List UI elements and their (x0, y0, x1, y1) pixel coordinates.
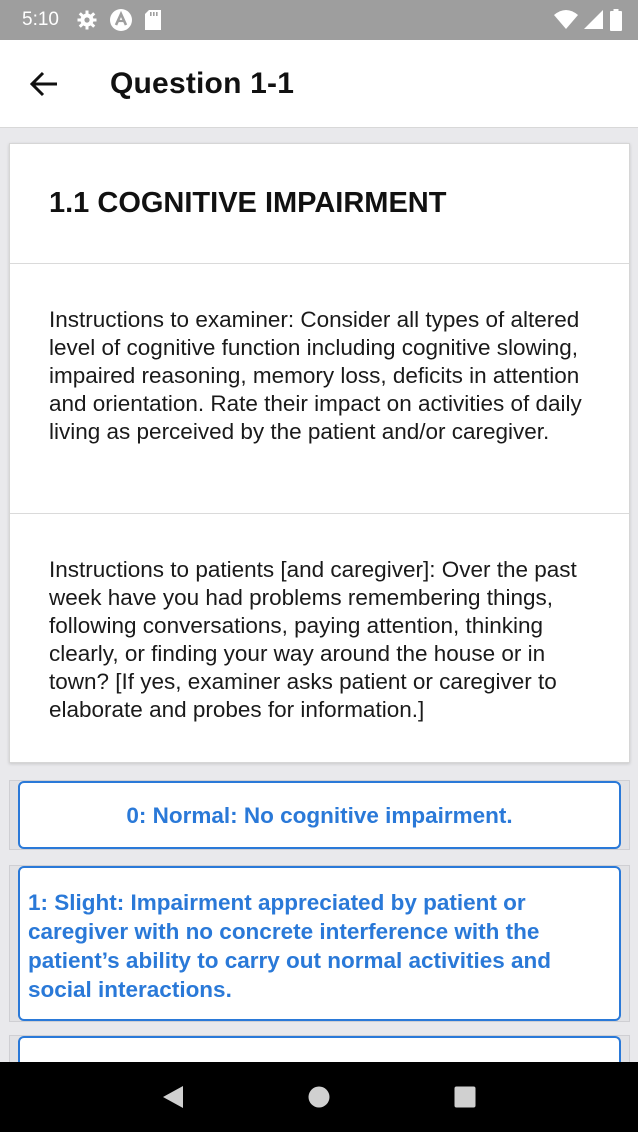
arrow-left-icon (30, 71, 58, 97)
answer-option-1-button[interactable]: 1: Slight: Impairment appreciated by pat… (18, 866, 621, 1021)
answer-option-2-button[interactable] (18, 1036, 621, 1062)
wifi-icon (554, 10, 578, 30)
system-nav-bar (0, 1062, 638, 1132)
question-card: 1.1 COGNITIVE IMPAIRMENT Instructions to… (9, 143, 630, 763)
status-icons-left (77, 8, 161, 32)
nav-back-button[interactable] (143, 1067, 203, 1127)
status-icons-right (554, 9, 622, 31)
recents-square-icon (454, 1086, 476, 1108)
question-title-section: 1.1 COGNITIVE IMPAIRMENT (10, 144, 629, 264)
a-icon (109, 8, 133, 32)
signal-icon (584, 10, 604, 30)
status-bar: 5:10 (0, 0, 638, 40)
question-title: 1.1 COGNITIVE IMPAIRMENT (49, 187, 447, 219)
answer-option-0-button[interactable]: 0: Normal: No cognitive impairment. (18, 781, 621, 849)
question-content[interactable]: 1.1 COGNITIVE IMPAIRMENT Instructions to… (0, 128, 638, 1062)
nav-home-button[interactable] (289, 1067, 349, 1127)
app-bar: Question 1-1 (0, 40, 638, 128)
sd-card-icon (144, 10, 161, 30)
back-triangle-icon (162, 1085, 184, 1109)
page-title: Question 1-1 (110, 66, 295, 100)
home-circle-icon (308, 1086, 330, 1108)
nav-recents-button[interactable] (435, 1067, 495, 1127)
back-button[interactable] (14, 54, 74, 114)
patient-instructions: Instructions to patients [and caregiver]… (49, 557, 577, 722)
answer-option-1-wrapper: 1: Slight: Impairment appreciated by pat… (9, 865, 630, 1022)
battery-icon (610, 9, 622, 31)
answer-option-0-wrapper: 0: Normal: No cognitive impairment. (9, 780, 630, 850)
gear-icon (77, 10, 97, 30)
answer-option-2-wrapper (9, 1035, 630, 1062)
status-time: 5:10 (22, 9, 59, 30)
examiner-instructions: Instructions to examiner: Consider all t… (10, 264, 629, 514)
